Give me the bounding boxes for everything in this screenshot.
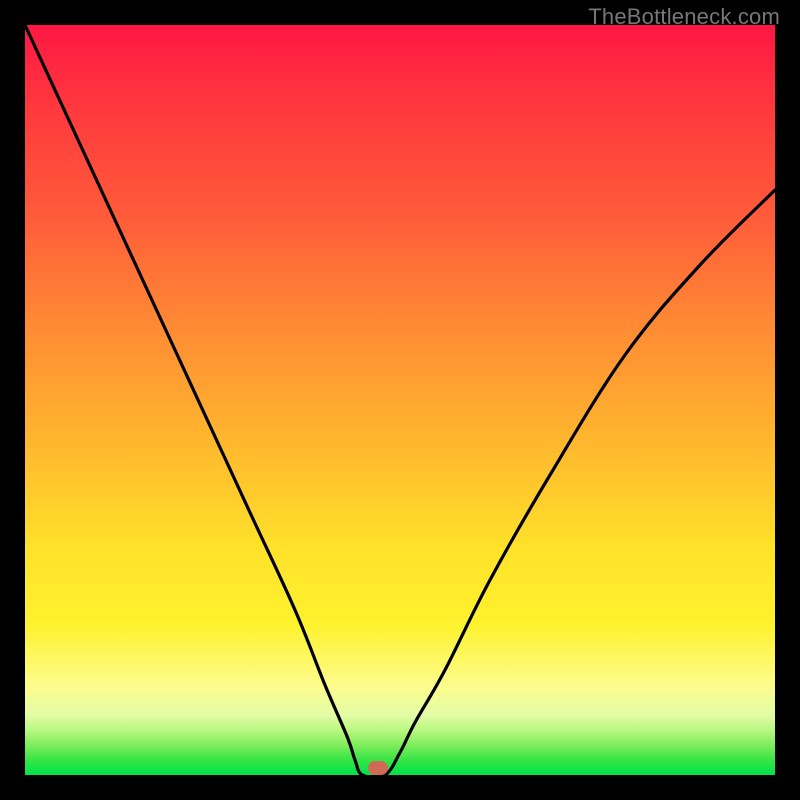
- watermark-text: TheBottleneck.com: [588, 4, 780, 30]
- chart-gradient-background: [25, 25, 775, 775]
- chart-frame: TheBottleneck.com: [0, 0, 800, 800]
